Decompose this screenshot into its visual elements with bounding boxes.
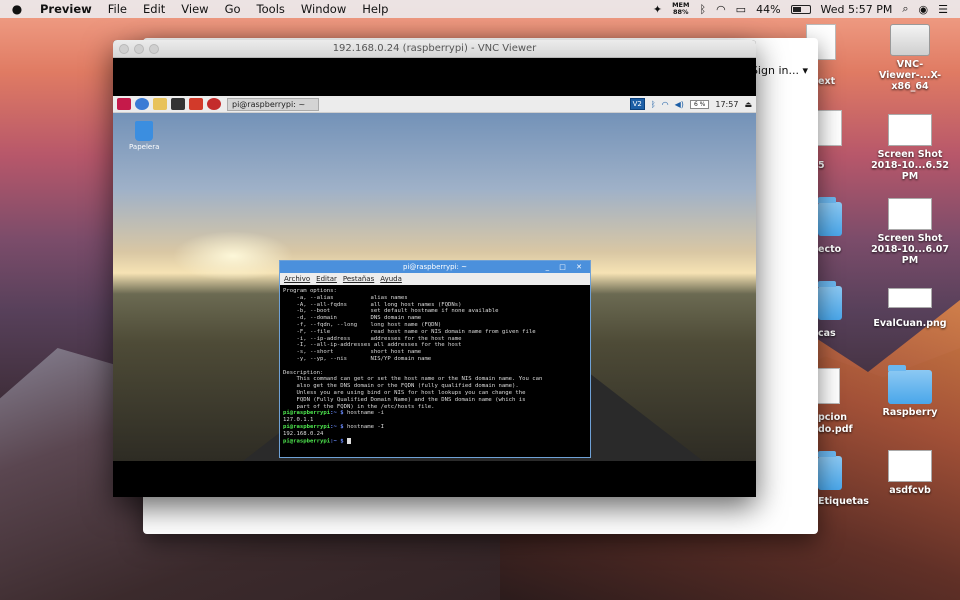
folder-icon[interactable] (818, 281, 842, 320)
chevron-down-icon: ▾ (802, 64, 808, 77)
disk-image-icon (890, 24, 930, 56)
desktop-icon-evalcuan[interactable]: EvalCuan.png (862, 288, 958, 329)
raspberry-pi-desktop: Papelera pi@raspberrypi: ~ _ □ ✕ Archivo… (113, 113, 756, 461)
desktop-icon-label: VNC- Viewer-...X-x86_64 (878, 59, 942, 92)
desktop-icon-screenshot-2[interactable]: Screen Shot 2018-10...6.07 PM (862, 198, 958, 266)
screenshot-thumbnail-icon (888, 198, 932, 230)
desktop-icon-label: Raspberry (882, 407, 938, 418)
window-controls[interactable]: _ □ ✕ (546, 261, 586, 273)
folder-icon (888, 365, 932, 404)
vnc-title-bar[interactable]: 192.168.0.24 (raspberrypi) - VNC Viewer (113, 40, 756, 58)
image-file-icon (888, 288, 932, 308)
bluetooth-icon[interactable]: ᛒ (651, 100, 656, 109)
desktop-icon-label: asdfcvb (889, 485, 931, 496)
terminal-line: pi@raspberrypi:~ $ hostname -i (283, 410, 385, 417)
raspberry-menu-icon[interactable] (117, 98, 131, 110)
taskbar-terminal-button[interactable]: pi@raspberrypi: ~ (227, 97, 319, 111)
menu-tools[interactable]: Tools (249, 2, 293, 16)
minimize-window-icon[interactable] (134, 43, 144, 54)
terminal-title-bar[interactable]: pi@raspberrypi: ~ _ □ ✕ (280, 261, 590, 273)
vnc-server-icon[interactable]: V2 (629, 98, 645, 110)
wifi-icon[interactable]: ◠ (662, 100, 669, 109)
taskbar-terminal-label: pi@raspberrypi: ~ (232, 99, 306, 109)
sign-in-label: Sign in... (750, 64, 799, 77)
desktop-icon-screenshot-1[interactable]: Screen Shot 2018-10...6.52 PM (862, 114, 958, 182)
vnc-window-title: 192.168.0.24 (raspberrypi) - VNC Viewer (332, 43, 537, 54)
partial-icon-label: pcion do.pdf (818, 412, 853, 435)
siri-icon[interactable]: ◉ (919, 3, 929, 16)
panel-clock[interactable]: 17:57 (715, 100, 738, 109)
battery-percent[interactable]: 44% (756, 3, 780, 16)
notification-center-icon[interactable]: ☰ (938, 3, 948, 16)
folder-icon[interactable] (818, 451, 842, 490)
cpu-usage-monitor[interactable]: 6 % (689, 99, 710, 109)
terminal-menu-bar: Archivo Editar Pestañas Ayuda (280, 273, 590, 285)
terminal-launcher-icon[interactable] (171, 98, 185, 110)
terminal-output-line: 192.168.0.24 (283, 430, 324, 437)
raspberry-pi-panel: pi@raspberrypi: ~ V2 ᛒ ◠ ◀) 6 % 17:57 ⏏ (113, 96, 756, 113)
menu-window[interactable]: Window (293, 2, 354, 16)
menu-view[interactable]: View (173, 2, 216, 16)
partial-icon-label: cas (818, 328, 836, 339)
desktop-icon-vnc-viewer[interactable]: VNC- Viewer-...X-x86_64 (862, 24, 958, 92)
spotlight-search-icon[interactable]: ⌕ (902, 2, 908, 16)
terminal-line: pi@raspberrypi:~ $ (283, 437, 587, 445)
hostname-help-text: Program options: -a, --alias alias names… (283, 288, 543, 410)
wifi-icon[interactable]: ◠ (716, 3, 726, 16)
pdf-document-icon[interactable] (816, 368, 840, 404)
desktop-icon-label: Screen Shot 2018-10...6.52 PM (871, 149, 949, 182)
trash-label: Papelera (129, 143, 160, 151)
image-file-icon (888, 450, 932, 482)
close-window-icon[interactable] (119, 43, 129, 54)
terminal-title: pi@raspberrypi: ~ (402, 263, 467, 271)
desktop-icon-asdfcvb[interactable]: asdfcvb (862, 450, 958, 496)
desktop-icon-label: EvalCuan.png (873, 318, 947, 329)
partial-icon-label: 5 (818, 160, 825, 171)
menu-file[interactable]: File (100, 2, 135, 16)
terminal-line: pi@raspberrypi:~ $ hostname -I (283, 423, 385, 430)
folder-icon[interactable] (818, 197, 842, 236)
menu-go[interactable]: Go (217, 2, 249, 16)
menu-help[interactable]: Help (354, 2, 396, 16)
menu-bar: ● Preview File Edit View Go Tools Window… (0, 0, 960, 18)
sign-in-button[interactable]: Sign in... ▾ (751, 64, 808, 77)
partial-icon-label: ext (818, 76, 836, 87)
wolfram-icon[interactable] (207, 98, 221, 110)
apple-icon[interactable]: ● (0, 2, 34, 16)
trash-icon (135, 121, 154, 141)
terminal-window[interactable]: pi@raspberrypi: ~ _ □ ✕ Archivo Editar P… (279, 260, 591, 458)
battery-icon[interactable] (790, 4, 811, 14)
menu-archivo[interactable]: Archivo (284, 275, 310, 283)
menu-pestanas[interactable]: Pestañas (343, 275, 374, 283)
web-browser-icon[interactable] (135, 98, 149, 110)
dropbox-icon[interactable]: ✦ (653, 3, 662, 16)
volume-icon[interactable]: ◀) (675, 100, 684, 109)
airplay-icon[interactable]: ▭ (736, 3, 746, 16)
desktop-icon-label: Screen Shot 2018-10...6.07 PM (871, 233, 949, 266)
bluetooth-icon[interactable]: ᛒ (699, 3, 706, 16)
mathematica-icon[interactable] (189, 98, 203, 110)
desktop-icon-trash[interactable]: Papelera (129, 121, 159, 151)
eject-icon[interactable]: ⏏ (744, 100, 752, 109)
menu-edit[interactable]: Edit (135, 2, 173, 16)
partial-icon-label: ecto (818, 244, 842, 255)
terminal-output-line: 127.0.1.1 (283, 417, 314, 424)
menu-editar[interactable]: Editar (316, 275, 337, 283)
desktop-icon-raspberry[interactable]: Raspberry (862, 365, 958, 418)
wallpaper-sunset-glow (173, 231, 293, 281)
text-cursor (347, 437, 352, 444)
menu-app-name[interactable]: Preview (34, 2, 100, 16)
memory-status[interactable]: MEM 88% (672, 2, 689, 16)
zoom-window-icon[interactable] (149, 43, 159, 54)
memory-value: 88% (672, 8, 689, 16)
partial-icon-label: Etiquetas (818, 496, 869, 507)
menu-ayuda[interactable]: Ayuda (380, 275, 402, 283)
vnc-viewer-window[interactable]: 192.168.0.24 (raspberrypi) - VNC Viewer … (113, 40, 756, 497)
terminal-output[interactable]: Program options: -a, --alias alias names… (280, 285, 590, 458)
screenshot-thumbnail-icon (888, 114, 932, 146)
file-manager-icon[interactable] (153, 98, 167, 110)
menubar-clock[interactable]: Wed 5:57 PM (821, 3, 893, 16)
